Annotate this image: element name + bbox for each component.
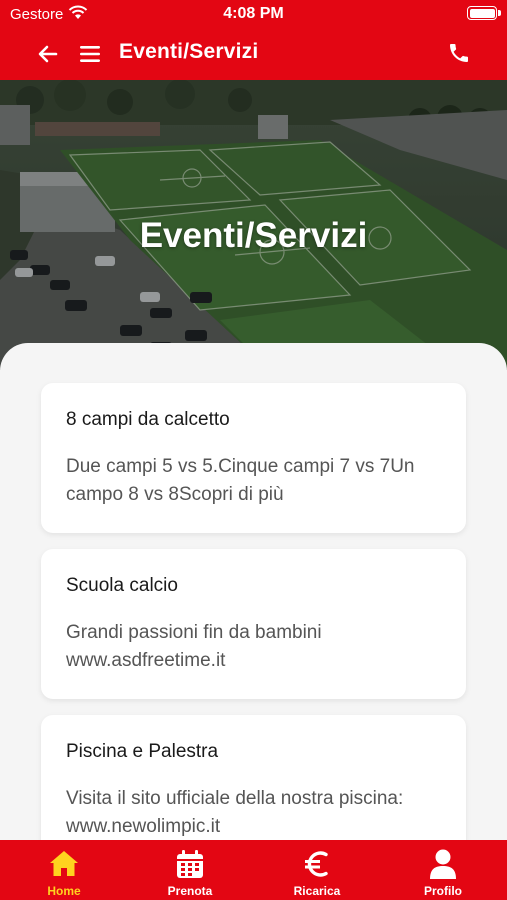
home-icon [50, 851, 78, 876]
card-title: Piscina e Palestra [66, 741, 219, 762]
nav-bar: Eventi/Servizi [0, 28, 507, 80]
tab-home[interactable]: Home [1, 840, 127, 900]
status-bar: Gestore 4:08 PM [0, 0, 507, 28]
tab-bar: Home Prenota Ricarica Profilo [0, 840, 507, 900]
tab-label: Home [47, 884, 81, 898]
tab-prenota[interactable]: Prenota [127, 840, 253, 900]
back-arrow-icon[interactable] [36, 42, 60, 66]
service-card-calcetto[interactable]: 8 campi da calcetto Due campi 5 vs 5.Cin… [41, 383, 466, 533]
card-description: Due campi 5 vs 5.Cinque campi 7 vs 7Un c… [66, 456, 415, 505]
phone-icon[interactable] [447, 41, 471, 65]
service-card-scuola-calcio[interactable]: Scuola calcio Grandi passioni fin da bam… [41, 549, 466, 699]
hero-title: Eventi/Servizi [139, 216, 368, 255]
card-description: Visita il sito ufficiale della nostra pi… [66, 788, 404, 837]
hero-banner: Eventi/Servizi [0, 80, 507, 370]
user-icon [430, 849, 456, 879]
card-description: Grandi passioni fin da bambini www.asdfr… [66, 622, 322, 671]
service-card-piscina-palestra[interactable]: Piscina e Palestra Visita il sito uffici… [41, 715, 466, 840]
battery-icon [467, 6, 501, 20]
tab-label: Ricarica [293, 884, 341, 898]
tab-ricarica[interactable]: Ricarica [254, 840, 380, 900]
euro-icon [305, 851, 328, 877]
page-title: Eventi/Servizi [119, 40, 259, 63]
hamburger-menu-icon[interactable] [79, 42, 101, 66]
calendar-icon [177, 850, 203, 878]
tab-label: Profilo [424, 884, 462, 898]
card-title: 8 campi da calcetto [66, 409, 230, 430]
card-title: Scuola calcio [66, 575, 178, 596]
clock: 4:08 PM [223, 5, 284, 22]
services-list[interactable]: 8 campi da calcetto Due campi 5 vs 5.Cin… [0, 343, 507, 840]
tab-label: Prenota [167, 884, 213, 898]
tab-profilo[interactable]: Profilo [380, 840, 506, 900]
